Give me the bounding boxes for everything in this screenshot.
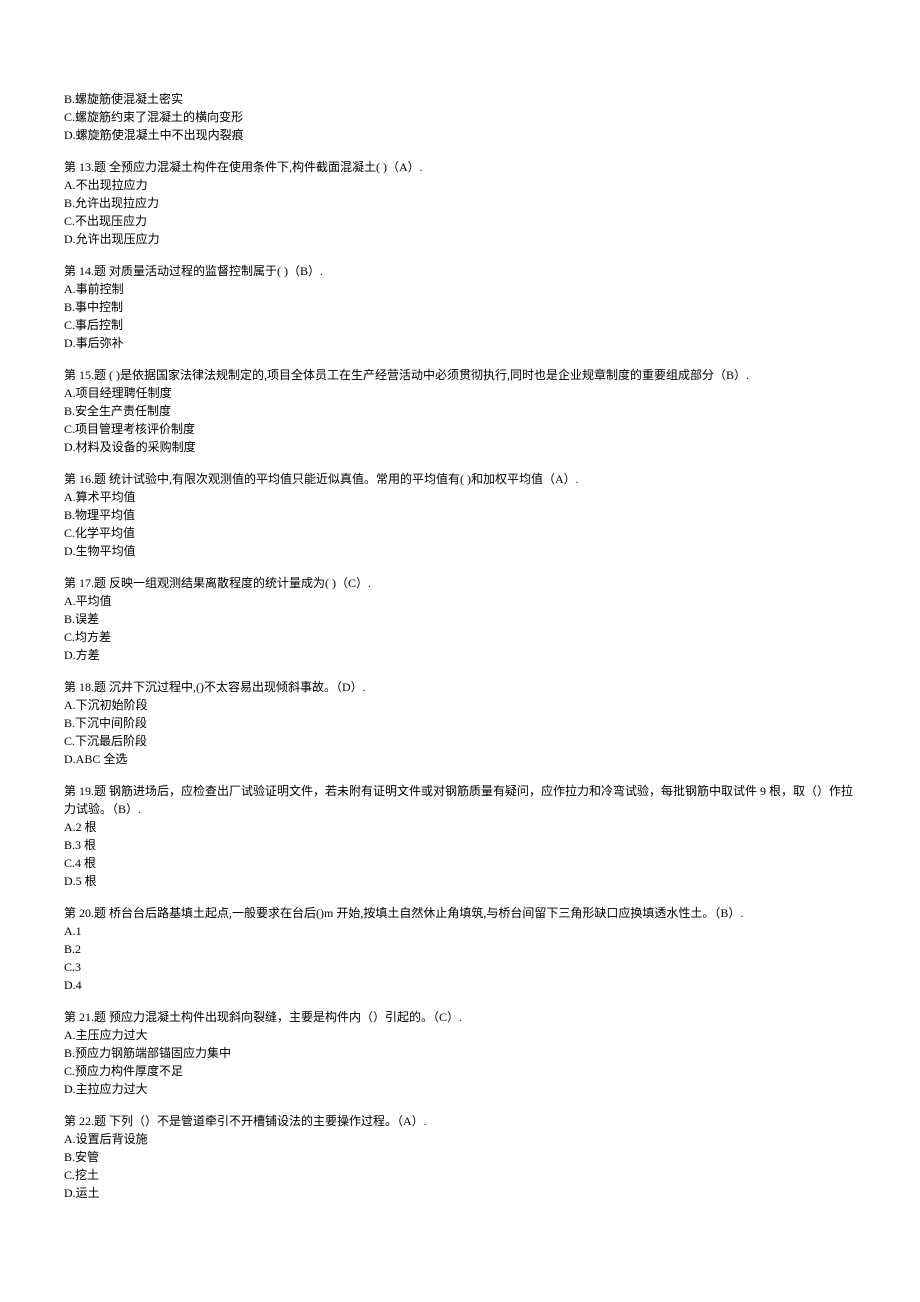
option-d: D.运土	[64, 1184, 856, 1202]
option-d: D.材料及设备的采购制度	[64, 438, 856, 456]
option-b: B.2	[64, 940, 856, 958]
option-b: B.事中控制	[64, 298, 856, 316]
question-21: 第 21.题 预应力混凝土构件出现斜向裂缝，主要是构件内（）引起的。（C）. A…	[64, 1008, 856, 1098]
question-17: 第 17.题 反映一组观测结果离散程度的统计量成为( )（C）. A.平均值 B…	[64, 574, 856, 664]
option-d: D.允许出现压应力	[64, 230, 856, 248]
question-20: 第 20.题 桥台台后路基填土起点,一般要求在台后()m 开始,按填土自然休止角…	[64, 904, 856, 994]
question-19: 第 19.题 钢筋进场后，应检查出厂试验证明文件，若未附有证明文件或对钢筋质量有…	[64, 782, 856, 890]
option-text: C.螺旋筋约束了混凝土的横向变形	[64, 108, 856, 126]
option-a: A.下沉初始阶段	[64, 696, 856, 714]
option-a: A.主压应力过大	[64, 1026, 856, 1044]
option-d: D.4	[64, 976, 856, 994]
option-a: A.算术平均值	[64, 488, 856, 506]
option-d: D.ABC 全选	[64, 750, 856, 768]
option-a: A.平均值	[64, 592, 856, 610]
question-stem: 第 16.题 统计试验中,有限次观测值的平均值只能近似真值。常用的平均值有( )…	[64, 470, 856, 488]
option-text: B.螺旋筋使混凝土密实	[64, 90, 856, 108]
option-c: C.挖土	[64, 1166, 856, 1184]
option-d: D.方差	[64, 646, 856, 664]
option-b: B.下沉中间阶段	[64, 714, 856, 732]
option-b: B.安管	[64, 1148, 856, 1166]
orphan-options-block: B.螺旋筋使混凝土密实 C.螺旋筋约束了混凝土的横向变形 D.螺旋筋使混凝土中不…	[64, 90, 856, 144]
question-22: 第 22.题 下列（）不是管道牵引不开槽铺设法的主要操作过程。（A）. A.设置…	[64, 1112, 856, 1202]
option-a: A.事前控制	[64, 280, 856, 298]
option-b: B.安全生产责任制度	[64, 402, 856, 420]
option-d: D.5 根	[64, 872, 856, 890]
option-b: B.误差	[64, 610, 856, 628]
option-b: B.预应力钢筋端部锚固应力集中	[64, 1044, 856, 1062]
question-stem: 第 14.题 对质量活动过程的监督控制属于( )（B）.	[64, 262, 856, 280]
option-a: A.1	[64, 922, 856, 940]
option-d: D.生物平均值	[64, 542, 856, 560]
option-b: B.3 根	[64, 836, 856, 854]
option-a: A.项目经理聘任制度	[64, 384, 856, 402]
option-c: C.4 根	[64, 854, 856, 872]
option-c: C.3	[64, 958, 856, 976]
question-stem: 第 21.题 预应力混凝土构件出现斜向裂缝，主要是构件内（）引起的。（C）.	[64, 1008, 856, 1026]
option-c: C.项目管理考核评价制度	[64, 420, 856, 438]
question-stem: 第 15.题 ( )是依据国家法律法规制定的,项目全体员工在生产经营活动中必须贯…	[64, 366, 856, 384]
question-stem: 第 13.题 全预应力混凝土构件在使用条件下,构件截面混凝土( )（A）.	[64, 158, 856, 176]
question-13: 第 13.题 全预应力混凝土构件在使用条件下,构件截面混凝土( )（A）. A.…	[64, 158, 856, 248]
question-stem: 第 17.题 反映一组观测结果离散程度的统计量成为( )（C）.	[64, 574, 856, 592]
option-a: A.2 根	[64, 818, 856, 836]
option-c: C.预应力构件厚度不足	[64, 1062, 856, 1080]
question-16: 第 16.题 统计试验中,有限次观测值的平均值只能近似真值。常用的平均值有( )…	[64, 470, 856, 560]
question-14: 第 14.题 对质量活动过程的监督控制属于( )（B）. A.事前控制 B.事中…	[64, 262, 856, 352]
question-stem: 第 18.题 沉井下沉过程中,()不太容易出现倾斜事故。（D）.	[64, 678, 856, 696]
question-stem: 第 20.题 桥台台后路基填土起点,一般要求在台后()m 开始,按填土自然休止角…	[64, 904, 856, 922]
option-a: A.不出现拉应力	[64, 176, 856, 194]
option-c: C.下沉最后阶段	[64, 732, 856, 750]
option-b: B.允许出现拉应力	[64, 194, 856, 212]
option-a: A.设置后背设施	[64, 1130, 856, 1148]
option-c: C.事后控制	[64, 316, 856, 334]
option-text: D.螺旋筋使混凝土中不出现内裂痕	[64, 126, 856, 144]
option-d: D.主拉应力过大	[64, 1080, 856, 1098]
option-d: D.事后弥补	[64, 334, 856, 352]
option-b: B.物理平均值	[64, 506, 856, 524]
option-c: C.化学平均值	[64, 524, 856, 542]
option-c: C.均方差	[64, 628, 856, 646]
question-stem: 第 19.题 钢筋进场后，应检查出厂试验证明文件，若未附有证明文件或对钢筋质量有…	[64, 782, 856, 818]
question-18: 第 18.题 沉井下沉过程中,()不太容易出现倾斜事故。（D）. A.下沉初始阶…	[64, 678, 856, 768]
option-c: C.不出现压应力	[64, 212, 856, 230]
question-15: 第 15.题 ( )是依据国家法律法规制定的,项目全体员工在生产经营活动中必须贯…	[64, 366, 856, 456]
question-stem: 第 22.题 下列（）不是管道牵引不开槽铺设法的主要操作过程。（A）.	[64, 1112, 856, 1130]
